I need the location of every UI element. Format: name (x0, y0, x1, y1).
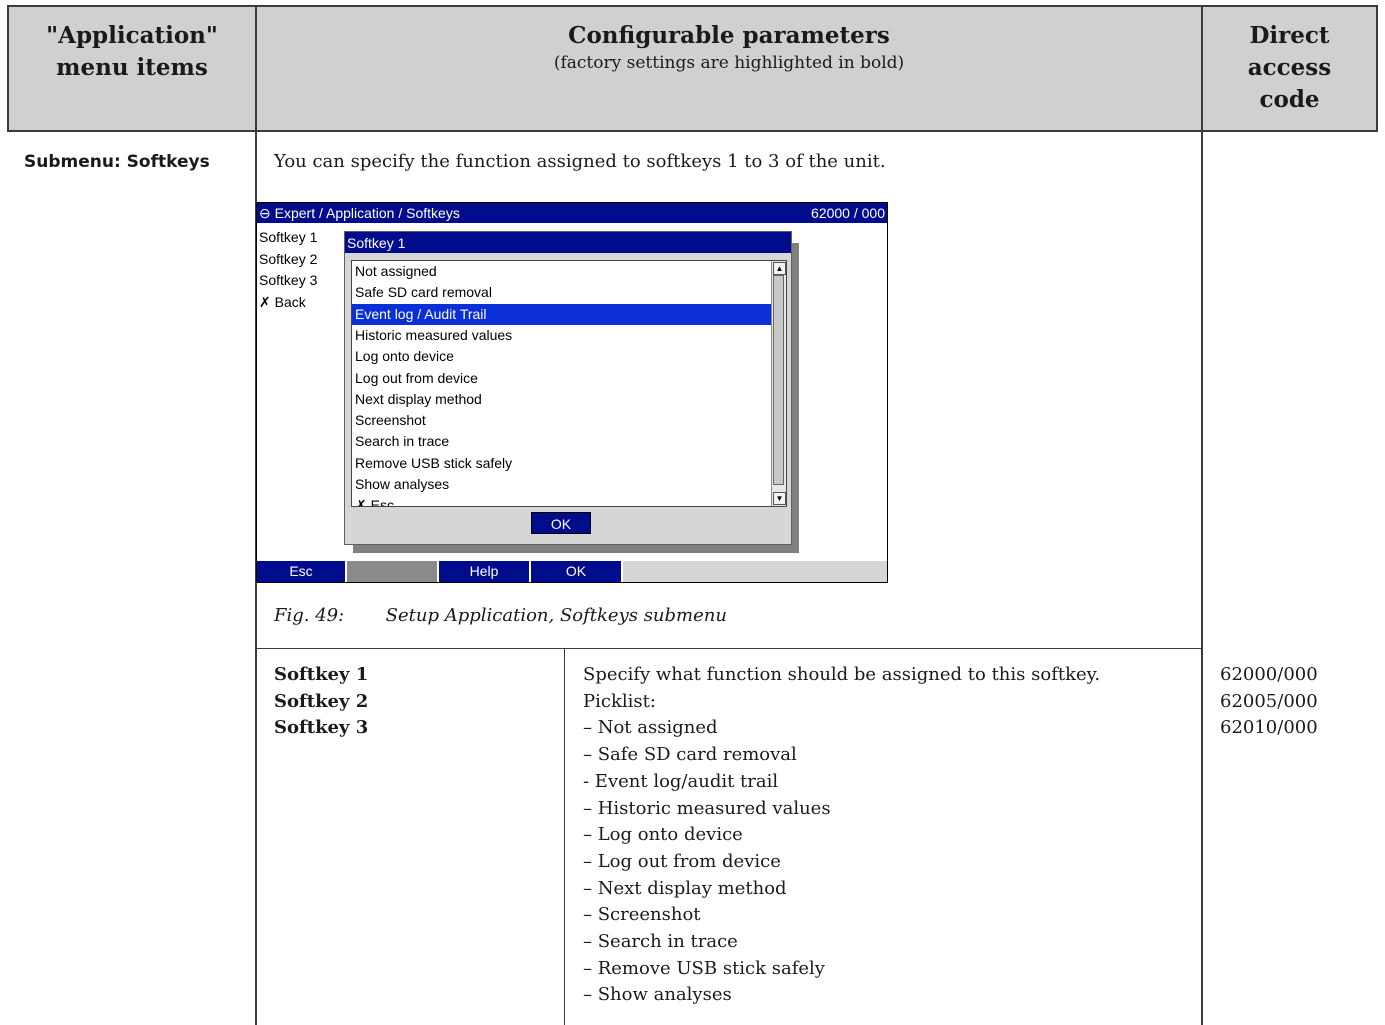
device-code: 62000 / 000 (811, 205, 885, 221)
picklist-item[interactable]: Show analyses (352, 474, 772, 495)
softkey-esc[interactable]: Esc (257, 561, 347, 582)
picklist-scrollbar[interactable]: ▲ ▼ (771, 261, 786, 506)
picklist-label: Picklist: (583, 690, 656, 712)
parameter-name-softkey-3: Softkey 3 (274, 717, 369, 739)
submenu-label: Submenu: Softkeys (24, 152, 210, 172)
figure-number: Fig. 49: (274, 605, 345, 626)
figure-caption: Fig. 49: Setup Application, Softkeys sub… (274, 605, 727, 626)
picklist-item[interactable]: Next display method (352, 389, 772, 410)
parameter-name-softkey-2: Softkey 2 (274, 690, 369, 712)
picklist-item-selected[interactable]: Event log / Audit Trail (352, 303, 772, 325)
submenu-intro: You can specify the function assigned to… (274, 151, 886, 172)
header-code-line2: access (1247, 54, 1332, 81)
parameter-names: Softkey 1 Softkey 2 Softkey 3 (274, 662, 368, 742)
picklist-item[interactable]: ✗ Esc (352, 495, 772, 506)
header-configurable-parameters: Configurable parameters (factory setting… (257, 20, 1201, 74)
header-direct-access-code: Direct access code (1203, 20, 1376, 116)
header-parameters-subtitle: (factory settings are highlighted in bol… (553, 53, 905, 73)
header-menu-items-line2: menu items (56, 54, 208, 81)
picklist-item[interactable]: Safe SD card removal (352, 282, 772, 303)
device-title-bar: ⊖ Expert / Application / Softkeys 62000 … (257, 203, 887, 223)
picklist-option: – Show analyses (583, 984, 732, 1006)
softkey-blank[interactable] (347, 561, 439, 582)
picklist-item[interactable]: Historic measured values (352, 325, 772, 346)
scroll-up-icon[interactable]: ▲ (773, 262, 786, 275)
table-right-border (1376, 5, 1378, 132)
access-code: 62005/000 (1220, 690, 1318, 712)
picklist-option: – Search in trace (583, 931, 738, 953)
picklist-option: – Remove USB stick safely (583, 957, 825, 979)
column-divider-2 (1201, 5, 1203, 1025)
picklist-item[interactable]: Log onto device (352, 346, 772, 367)
picklist-item[interactable]: Screenshot (352, 410, 772, 431)
device-menu-item-softkey-3[interactable]: Softkey 3 (259, 270, 317, 292)
header-code-line1: Direct (1249, 22, 1330, 49)
access-code: 62010/000 (1220, 717, 1318, 739)
inner-column-divider (564, 648, 565, 1025)
picklist-item[interactable]: Not assigned (352, 261, 772, 282)
device-title: ⊖ Expert / Application / Softkeys (259, 205, 460, 221)
softkey-bar: Esc Help OK (257, 561, 887, 582)
scroll-thumb[interactable] (773, 275, 784, 485)
device-menu-item-softkey-1[interactable]: Softkey 1 (259, 227, 317, 249)
row-divider (256, 648, 1203, 649)
device-menu-item-softkey-2[interactable]: Softkey 2 (259, 249, 317, 271)
dialog-ok-button[interactable]: OK (531, 512, 591, 534)
header-bottom-border (7, 130, 1378, 132)
device-menu: Softkey 1 Softkey 2 Softkey 3 ✗ Back (259, 227, 317, 313)
picklist-option: - Event log/audit trail (583, 770, 779, 792)
dialog-title: Softkey 1 (347, 235, 406, 251)
dialog-title-bar: Softkey 1 (345, 232, 791, 253)
figure-caption-text: Setup Application, Softkeys submenu (385, 605, 727, 626)
softkey-help[interactable]: Help (439, 561, 531, 582)
parameter-description: Specify what function should be assigned… (583, 662, 1100, 1009)
picklist-option: – Log onto device (583, 824, 743, 846)
softkey-dialog: Softkey 1 Not assigned Safe SD card remo… (344, 231, 792, 545)
header-menu-items-line1: "Application" (46, 22, 218, 49)
description-text: Specify what function should be assigned… (583, 664, 1101, 685)
table-top-border (7, 5, 1378, 7)
picklist-option: – Safe SD card removal (583, 744, 797, 766)
direct-access-codes: 62000/000 62005/000 62010/000 (1220, 662, 1318, 742)
device-screenshot: ⊖ Expert / Application / Softkeys 62000 … (256, 202, 888, 583)
header-menu-items: "Application" menu items (9, 20, 255, 84)
header-parameters-title: Configurable parameters (568, 22, 890, 49)
picklist-option: – Log out from device (583, 850, 781, 872)
picklist: Not assigned Safe SD card removal Event … (351, 260, 787, 507)
picklist-option: – Historic measured values (583, 797, 831, 819)
picklist-item[interactable]: Remove USB stick safely (352, 453, 772, 474)
picklist-item[interactable]: Log out from device (352, 368, 772, 389)
device-menu-item-back[interactable]: ✗ Back (259, 292, 317, 314)
header-code-line3: code (1259, 86, 1320, 113)
picklist-item[interactable]: Search in trace (352, 431, 772, 452)
parameter-name-softkey-1: Softkey 1 (274, 664, 369, 685)
access-code: 62000/000 (1220, 664, 1318, 685)
picklist-option: – Screenshot (583, 904, 701, 926)
picklist-option: – Not assigned (583, 717, 718, 739)
picklist-option: – Next display method (583, 877, 787, 899)
softkey-ok[interactable]: OK (531, 561, 623, 582)
scroll-down-icon[interactable]: ▼ (773, 492, 786, 505)
